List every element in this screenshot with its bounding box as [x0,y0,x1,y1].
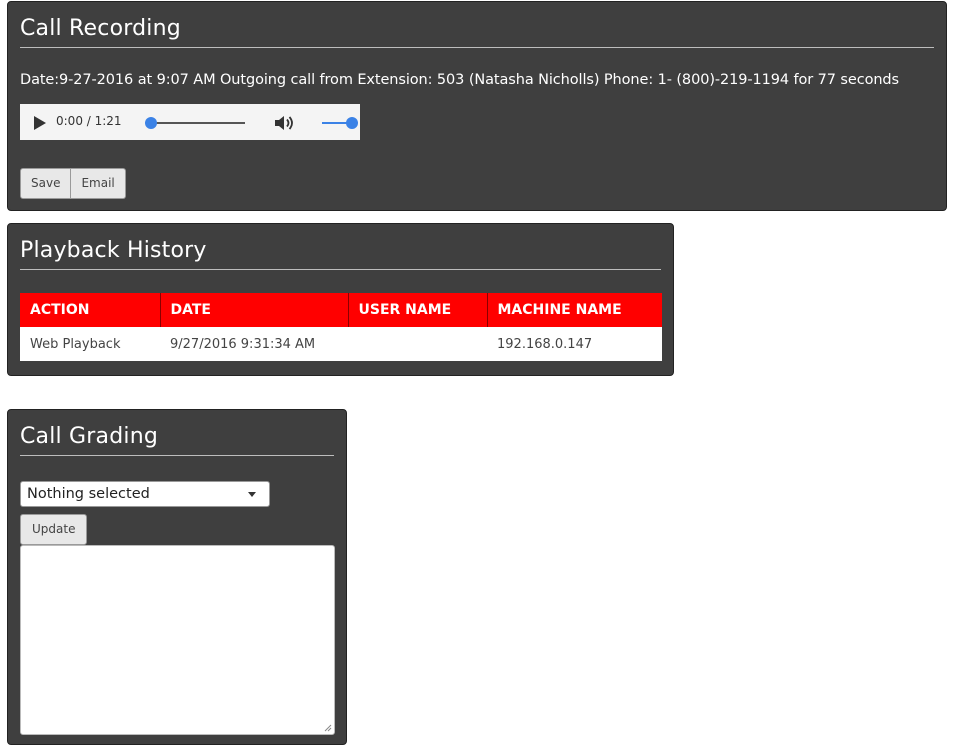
column-header-machine-name[interactable]: MACHINE NAME [487,293,662,327]
volume-slider-thumb[interactable] [346,117,358,129]
seek-slider-thumb[interactable] [145,117,157,129]
grade-select-value: Nothing selected [27,486,150,502]
column-header-date[interactable]: DATE [160,293,349,327]
audio-player: 0:00 / 1:21 [20,104,360,140]
table-header-row: ACTION DATE USER NAME MACHINE NAME [20,293,662,327]
call-grading-panel: Call Grading Nothing selected Update [7,409,347,745]
title-divider [20,455,334,456]
cell-date: 9/27/2016 9:31:34 AM [170,336,316,352]
call-grading-title: Call Grading [20,424,159,449]
table-row: Web Playback 9/27/2016 9:31:34 AM 192.16… [20,327,662,361]
resize-grip-icon[interactable] [324,724,332,732]
cell-machine-name: 192.168.0.147 [497,336,593,352]
call-recording-panel: Call Recording Date:9-27-2016 at 9:07 AM… [7,1,947,211]
cell-action: Web Playback [30,336,121,352]
grading-notes-textarea[interactable] [20,545,335,735]
email-button[interactable]: Email [71,168,126,199]
title-divider [20,47,934,48]
playback-history-panel: Playback History ACTION DATE USER NAME M… [7,223,674,376]
update-button[interactable]: Update [20,514,88,545]
playback-history-title: Playback History [20,238,207,263]
volume-icon[interactable] [274,115,296,131]
cell-user-name [348,327,487,361]
save-button[interactable]: Save [20,168,72,199]
seek-track[interactable] [151,122,245,124]
recording-actions: Save Email [20,168,126,199]
grade-select[interactable]: Nothing selected [20,481,270,507]
playback-time: 0:00 / 1:21 [56,114,122,128]
call-recording-title: Call Recording [20,16,181,41]
column-header-user-name[interactable]: USER NAME [348,293,488,327]
play-icon[interactable] [34,116,46,130]
chevron-down-icon [248,492,256,497]
title-divider [20,269,661,270]
playback-history-table: ACTION DATE USER NAME MACHINE NAME Web P… [20,293,662,361]
column-header-action[interactable]: ACTION [20,293,161,327]
call-details-text: Date:9-27-2016 at 9:07 AM Outgoing call … [20,72,899,88]
